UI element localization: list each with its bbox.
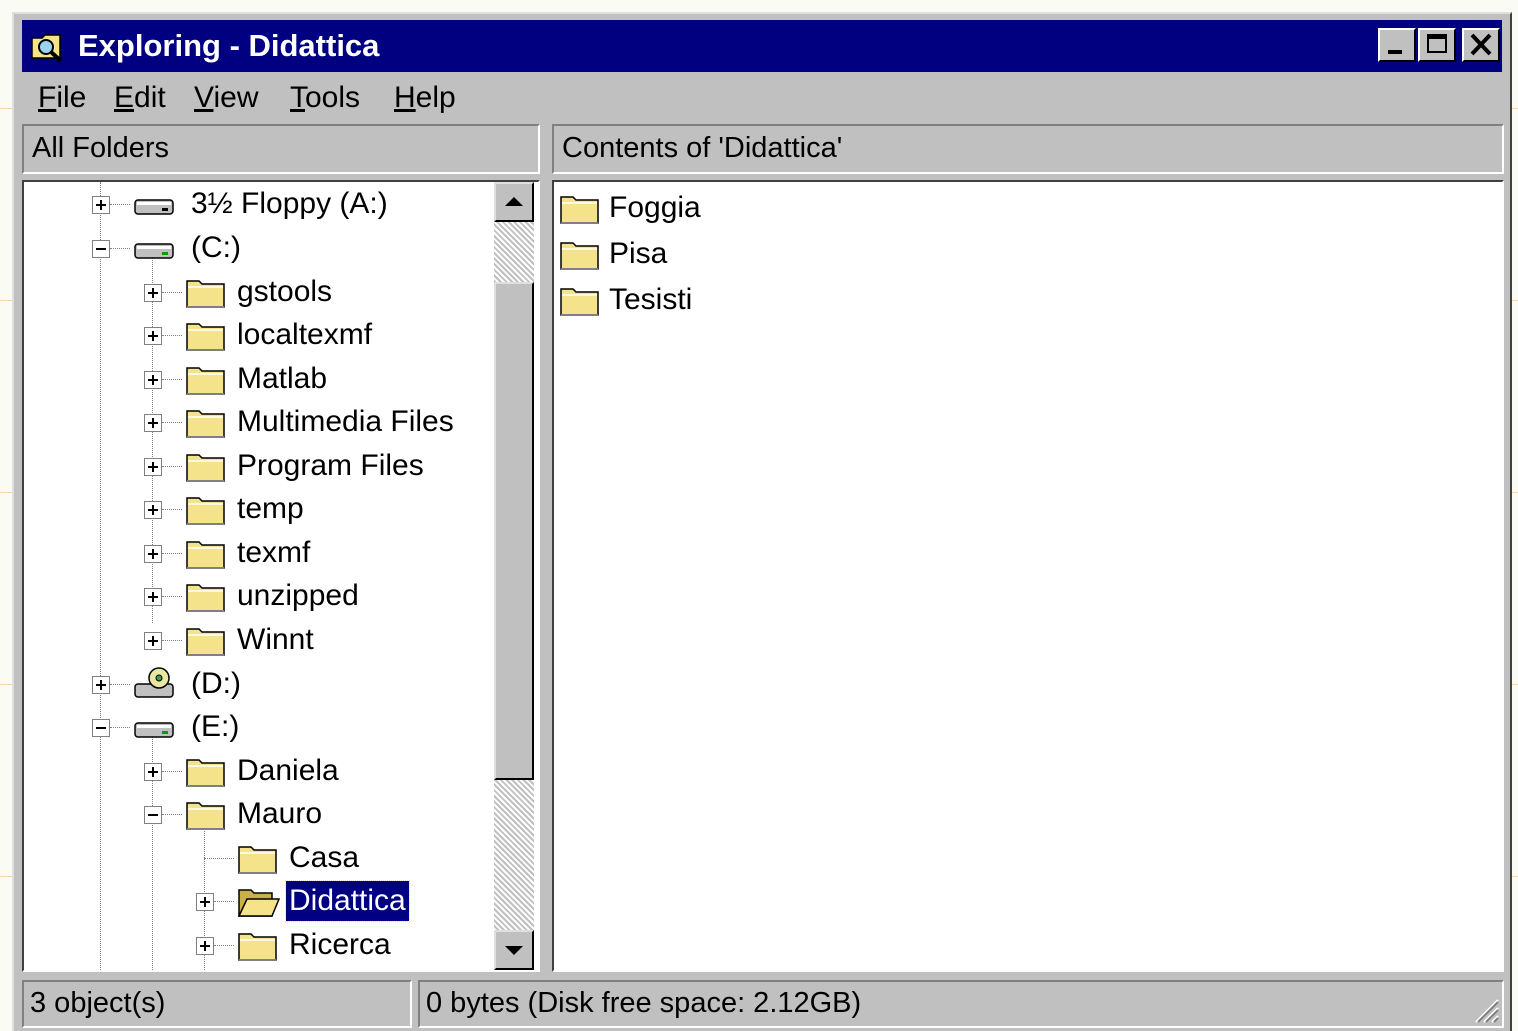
menu-view[interactable]: View <box>194 76 258 120</box>
content-item-label: Foggia <box>609 191 701 224</box>
resize-grip-icon[interactable] <box>1470 994 1500 1024</box>
status-object-count: 3 object(s) <box>22 980 412 1028</box>
tree-guide-line <box>100 182 101 970</box>
tree-connector <box>110 727 130 728</box>
expand-plus-icon[interactable] <box>144 501 162 519</box>
menu-tools[interactable]: Tools <box>290 76 360 120</box>
tree-connector <box>162 771 182 772</box>
window-title: Exploring - Didattica <box>78 28 380 63</box>
expand-plus-icon[interactable] <box>144 371 162 389</box>
all-folders-header: All Folders <box>22 124 540 174</box>
collapse-minus-icon[interactable] <box>92 719 110 737</box>
tree-item-label: gstools <box>237 275 333 308</box>
scroll-down-button[interactable] <box>494 930 534 970</box>
tree-connector <box>162 379 182 380</box>
tree-item-label: Didattica <box>285 880 410 922</box>
close-button[interactable] <box>1462 28 1500 62</box>
tree-item-label: Ricerca <box>289 928 391 961</box>
title-bar[interactable]: Exploring - Didattica <box>22 20 1502 72</box>
minimize-button[interactable] <box>1378 28 1416 62</box>
arrow-up-icon <box>505 197 523 206</box>
tree-item-label: 3½ Floppy (A:) <box>191 187 388 220</box>
folder-tree-pane: 3½ Floppy (A:) (C:) gstools localtexmf Matla… <box>22 180 540 972</box>
expand-plus-icon[interactable] <box>144 327 162 345</box>
scroll-up-button[interactable] <box>494 182 534 222</box>
arrow-down-icon <box>505 946 523 955</box>
expand-plus-icon[interactable] <box>92 676 110 694</box>
expand-plus-icon[interactable] <box>144 458 162 476</box>
expand-plus-icon[interactable] <box>144 632 162 650</box>
contents-header: Contents of 'Didattica' <box>552 124 1504 174</box>
expand-plus-icon[interactable] <box>144 763 162 781</box>
menu-edit[interactable]: Edit <box>114 76 166 120</box>
close-icon <box>1470 33 1492 56</box>
tree-item-label: Program Files <box>237 449 424 482</box>
expand-plus-icon[interactable] <box>196 893 214 911</box>
tree-connector <box>162 466 182 467</box>
expand-plus-icon[interactable] <box>144 284 162 302</box>
tree-connector <box>110 248 130 249</box>
tree-connector <box>162 422 182 423</box>
expand-plus-icon[interactable] <box>196 937 214 955</box>
status-disk-space: 0 bytes (Disk free space: 2.12GB) <box>418 980 1504 1028</box>
tree-connector <box>162 596 182 597</box>
scroll-thumb[interactable] <box>494 282 534 780</box>
tree-connector <box>162 553 182 554</box>
tree-item-label: temp <box>237 492 304 525</box>
explorer-window: Exploring - Didattica File Edit View Too… <box>12 12 1512 1031</box>
tree-vertical-scrollbar[interactable] <box>494 182 534 970</box>
expand-plus-icon[interactable] <box>144 414 162 432</box>
tree-connector <box>162 509 182 510</box>
expand-plus-icon[interactable] <box>144 588 162 606</box>
tree-item-label: Daniela <box>237 754 339 787</box>
tree-connector <box>162 640 182 641</box>
collapse-minus-icon[interactable] <box>92 240 110 258</box>
tree-item-label: Multimedia Files <box>237 405 454 438</box>
tree-item-label: Winnt <box>237 623 314 656</box>
tree-connector <box>162 292 182 293</box>
explorer-app-icon <box>31 34 63 63</box>
tree-connector <box>162 814 182 815</box>
maximize-icon <box>1427 34 1447 53</box>
tree-connector <box>110 684 130 685</box>
tree-connector <box>110 204 130 205</box>
menu-file[interactable]: File <box>38 76 86 120</box>
tree-item-label: Matlab <box>237 362 328 395</box>
tree-connector <box>162 335 182 336</box>
expand-plus-icon[interactable] <box>92 196 110 214</box>
tree-item-label: (E:) <box>191 710 240 743</box>
tree-item-label: texmf <box>237 536 311 569</box>
tree-connector <box>214 945 234 946</box>
tree-item-label: unzipped <box>237 579 359 612</box>
tree-item-label: Casa <box>289 841 360 874</box>
tree-item-label: (C:) <box>191 231 241 264</box>
tree-connector <box>214 901 234 902</box>
minimize-icon <box>1388 50 1402 54</box>
tree-guide-line <box>152 248 153 623</box>
content-item-label: Pisa <box>609 237 668 270</box>
maximize-button[interactable] <box>1418 28 1456 62</box>
contents-pane: Foggia Pisa Tesisti <box>552 180 1504 972</box>
content-item-label: Tesisti <box>609 283 693 316</box>
expand-plus-icon[interactable] <box>144 545 162 563</box>
tree-item-label: (D:) <box>191 667 241 700</box>
tree-connector <box>204 858 234 859</box>
menu-bar: File Edit View Tools Help <box>22 76 1502 120</box>
collapse-minus-icon[interactable] <box>144 806 162 824</box>
tree-item-label: Mauro <box>237 797 323 830</box>
menu-help[interactable]: Help <box>394 76 456 120</box>
tree-item-label: localtexmf <box>237 318 373 351</box>
